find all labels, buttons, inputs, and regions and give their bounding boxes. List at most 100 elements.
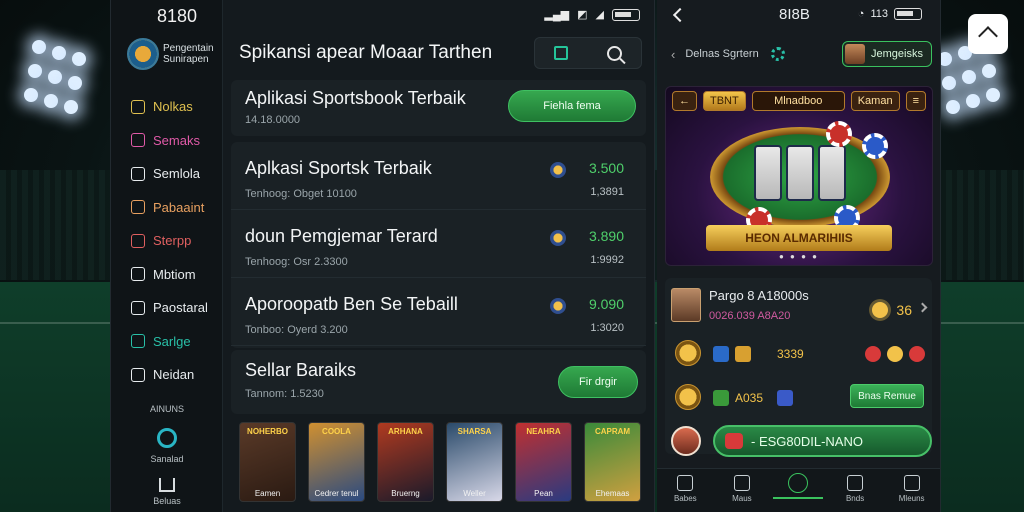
tab-label: Bnds [845,494,865,503]
stat-value: A035 [735,391,764,405]
badge-icon [713,346,729,362]
bottom-tab-bar: Babes Maus Bnds Mleuns [657,468,940,512]
list-item-last[interactable]: Sellar Baraiks Tannom: 1.5230 Fir drgir [231,350,646,414]
status-time: 8180 [157,6,198,26]
coin-icon [550,162,566,178]
tab-item[interactable]: Bnds [827,469,884,512]
nav-icon [131,166,145,181]
sidebar-item-section[interactable]: Sanalad [111,428,223,464]
page-title: Spikansi apear Moaar Tarthen [239,42,493,63]
sidebar-item-label: Semaks [153,132,200,148]
back-icon[interactable] [672,7,688,23]
coin-icon [550,298,566,314]
thumbnail-caption: COOLA [322,427,351,436]
thumbnail-label: Pean [534,489,553,498]
game-banner: HEON ALMARIHIIS [706,225,892,251]
left-phone: 8180 Pengentain Sunirapen Nolkas Semaks Se… [110,0,655,512]
menu-icon[interactable]: ≡ [905,91,926,111]
game-thumbnail[interactable]: NEAHRA Pean [515,422,572,502]
brand-name: Pengentain Sunirapen [163,43,214,65]
wifi-icon: ◢ [595,9,604,21]
avatar[interactable] [671,426,701,456]
chevron-left-icon[interactable]: ‹ [671,47,675,62]
breadcrumb[interactable]: Delnas Sgrtern [685,48,758,60]
calendar-icon[interactable] [554,46,569,60]
carousel-dots[interactable]: ● ● ● ● [666,252,932,261]
signal-icon: ▂▄▆ [544,9,570,21]
sidebar-item[interactable]: Sterpp [131,224,221,258]
thumbnail-caption: CAPRAM [594,427,631,436]
game-tab[interactable]: Kaman [850,91,900,111]
sidebar-item-label: Neidan [153,367,195,383]
tab-icon [847,475,864,491]
sidebar-item[interactable]: Mbtiom [131,258,221,292]
featured-button[interactable]: Fiehla fema [508,90,636,122]
sidebar-item[interactable]: Sarlge [131,325,221,359]
sidebar-item[interactable]: Semaks [131,124,221,158]
tab-item[interactable]: Mleuns [883,469,940,512]
sidebar-item-home[interactable]: Beluas [111,478,223,506]
game-thumbnails: NOHERBO Eamen COOLA Cedrer tenul ARHANA Bruer… [239,422,641,502]
game-thumbnail[interactable]: SHARSA Weller [446,422,503,502]
slot-reel [754,145,782,201]
stat-value: 3339 [777,347,804,361]
user-pill[interactable]: Jemgeisks [842,41,932,67]
status-bar: ▂▄▆ ◩ ◢ [544,8,640,21]
game-tab[interactable]: TBNT [703,91,746,111]
list-item[interactable]: Aporoopatb Ben Se Tebaill Tonboo: Oyerd 3… [231,278,646,346]
nav-icon [131,200,145,215]
wifi-icon: ◔ [857,8,865,20]
brand[interactable]: Pengentain Sunirapen [127,38,229,70]
bonus-button[interactable]: Bnas Remue [850,384,924,408]
game-tab[interactable]: Mlnadboo [751,91,845,111]
list-item[interactable]: Aplkasi Sportsk Terbaik Tenhoog: Obget 10… [231,142,646,210]
promo-text: - ESG80DIL-NANO [751,433,863,449]
nav-icon [131,233,145,248]
brand-logo [127,38,159,70]
featured-card[interactable]: Aplikasi Sportsbook Terbaik 14.18.0000 F… [231,80,646,136]
nav-icon [131,367,145,382]
sidebar-item[interactable]: Paostaral [131,291,221,325]
sidebar-item[interactable]: Nolkas [131,90,221,124]
game-thumbnail[interactable]: COOLA Cedrer tenul [308,422,365,502]
tab-item[interactable]: Maus [714,469,771,512]
sidebar-item-label: Sanalad [150,454,184,464]
thumbnail-caption: NOHERBO [247,427,288,436]
status-value: 113 [870,8,888,20]
sidebar-item[interactable]: Semlola [131,157,221,191]
section-label: AINUNS [149,404,184,414]
thumbnail-label: Ehemaas [595,489,630,498]
sidebar-item[interactable]: Neidan [131,358,221,392]
tab-item[interactable]: Babes [657,469,714,512]
share-button[interactable] [968,14,1008,54]
sidebar-item-label: Mbtiom [153,266,196,282]
badge-icon [777,390,793,406]
gear-icon[interactable] [770,47,785,61]
list-item-sub: Tenhoog: Obget 10100 [245,188,357,200]
tab-icon [788,473,809,493]
thumbnail-caption: SHARSA [457,427,492,436]
profile-title: Pargo 8 A18000s [709,288,809,303]
chip-icon [909,346,925,362]
promo-button[interactable]: - ESG80DIL-NANO [713,425,932,457]
game-thumbnail[interactable]: CAPRAM Ehemaas [584,422,641,502]
game-thumbnail[interactable]: ARHANA Bruerng [377,422,434,502]
featured-game[interactable]: ← TBNT Mlnadboo Kaman ≡ HEON ALMARIHIIS … [665,86,933,266]
heart-icon [725,433,743,449]
list-item-sub: Tonboo: Oyerd 3.200 [245,324,348,336]
avatar[interactable] [671,288,701,322]
game-thumbnail[interactable]: NOHERBO Eamen [239,422,296,502]
badge-icon [735,346,751,362]
thumbnail-label: Cedrer tenul [314,489,359,498]
sidebar-item[interactable]: Pabaaint [131,191,221,225]
nav-icon [131,300,145,315]
back-arrow-icon[interactable]: ← [672,91,697,111]
tab-item[interactable] [770,469,827,512]
chevron-right-icon[interactable] [917,302,928,313]
list-item-value: 3.890 [588,228,624,244]
share-icon [978,26,998,46]
last-button[interactable]: Fir drgir [558,366,638,398]
search-icon[interactable] [606,45,622,61]
floodlights-left [0,30,120,140]
list-item[interactable]: doun Pemgjemar Terard Tenhoog: Osr 2.3300… [231,210,646,278]
